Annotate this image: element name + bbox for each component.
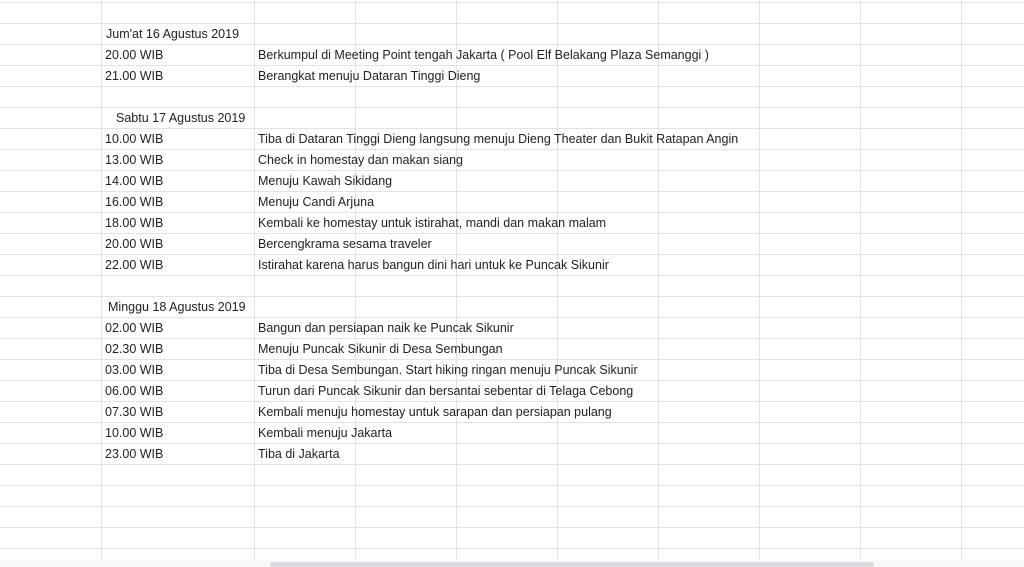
time-cell[interactable]: 14.00 WIB <box>105 170 163 191</box>
day-date-cell[interactable]: Minggu 18 Agustus 2019 <box>108 296 246 317</box>
horizontal-scrollbar-thumb[interactable] <box>270 562 874 567</box>
time-cell[interactable]: 07.30 WIB <box>105 401 163 422</box>
activity-cell[interactable]: Istirahat karena harus bangun dini hari … <box>258 254 609 275</box>
activity-cell[interactable]: Tiba di Desa Sembungan. Start hiking rin… <box>258 359 638 380</box>
activity-cell[interactable]: Kembali menuju Jakarta <box>258 422 392 443</box>
activity-cell[interactable]: Menuju Kawah Sikidang <box>258 170 392 191</box>
activity-cell[interactable]: Kembali menuju homestay untuk sarapan da… <box>258 401 612 422</box>
activity-cell[interactable]: Bangun dan persiapan naik ke Puncak Siku… <box>258 317 514 338</box>
time-cell[interactable]: 23.00 WIB <box>105 443 163 464</box>
time-cell[interactable]: 02.30 WIB <box>105 338 163 359</box>
time-cell[interactable]: 18.00 WIB <box>105 212 163 233</box>
spreadsheet-cells: Jum'at 16 Agustus 2019 20.00 WIB Berkump… <box>0 0 1024 567</box>
activity-cell[interactable]: Check in homestay dan makan siang <box>258 149 463 170</box>
time-cell[interactable]: 06.00 WIB <box>105 380 163 401</box>
time-cell[interactable]: 03.00 WIB <box>105 359 163 380</box>
time-cell[interactable]: 20.00 WIB <box>105 44 163 65</box>
activity-cell[interactable]: Berkumpul di Meeting Point tengah Jakart… <box>258 44 709 65</box>
time-cell[interactable]: 10.00 WIB <box>105 422 163 443</box>
activity-cell[interactable]: Bercengkrama sesama traveler <box>258 233 432 254</box>
activity-cell[interactable]: Menuju Puncak Sikunir di Desa Sembungan <box>258 338 503 359</box>
activity-cell[interactable]: Menuju Candi Arjuna <box>258 191 374 212</box>
activity-cell[interactable]: Kembali ke homestay untuk istirahat, man… <box>258 212 606 233</box>
time-cell[interactable]: 02.00 WIB <box>105 317 163 338</box>
day-date-cell[interactable]: Jum'at 16 Agustus 2019 <box>106 23 239 44</box>
activity-cell[interactable]: Berangkat menuju Dataran Tinggi Dieng <box>258 65 480 86</box>
activity-cell[interactable]: Tiba di Dataran Tinggi Dieng langsung me… <box>258 128 738 149</box>
time-cell[interactable]: 20.00 WIB <box>105 233 163 254</box>
time-cell[interactable]: 21.00 WIB <box>105 65 163 86</box>
time-cell[interactable]: 13.00 WIB <box>105 149 163 170</box>
day-date-cell[interactable]: Sabtu 17 Agustus 2019 <box>116 107 245 128</box>
activity-cell[interactable]: Turun dari Puncak Sikunir dan bersantai … <box>258 380 633 401</box>
time-cell[interactable]: 22.00 WIB <box>105 254 163 275</box>
time-cell[interactable]: 16.00 WIB <box>105 191 163 212</box>
activity-cell[interactable]: Tiba di Jakarta <box>258 443 340 464</box>
time-cell[interactable]: 10.00 WIB <box>105 128 163 149</box>
